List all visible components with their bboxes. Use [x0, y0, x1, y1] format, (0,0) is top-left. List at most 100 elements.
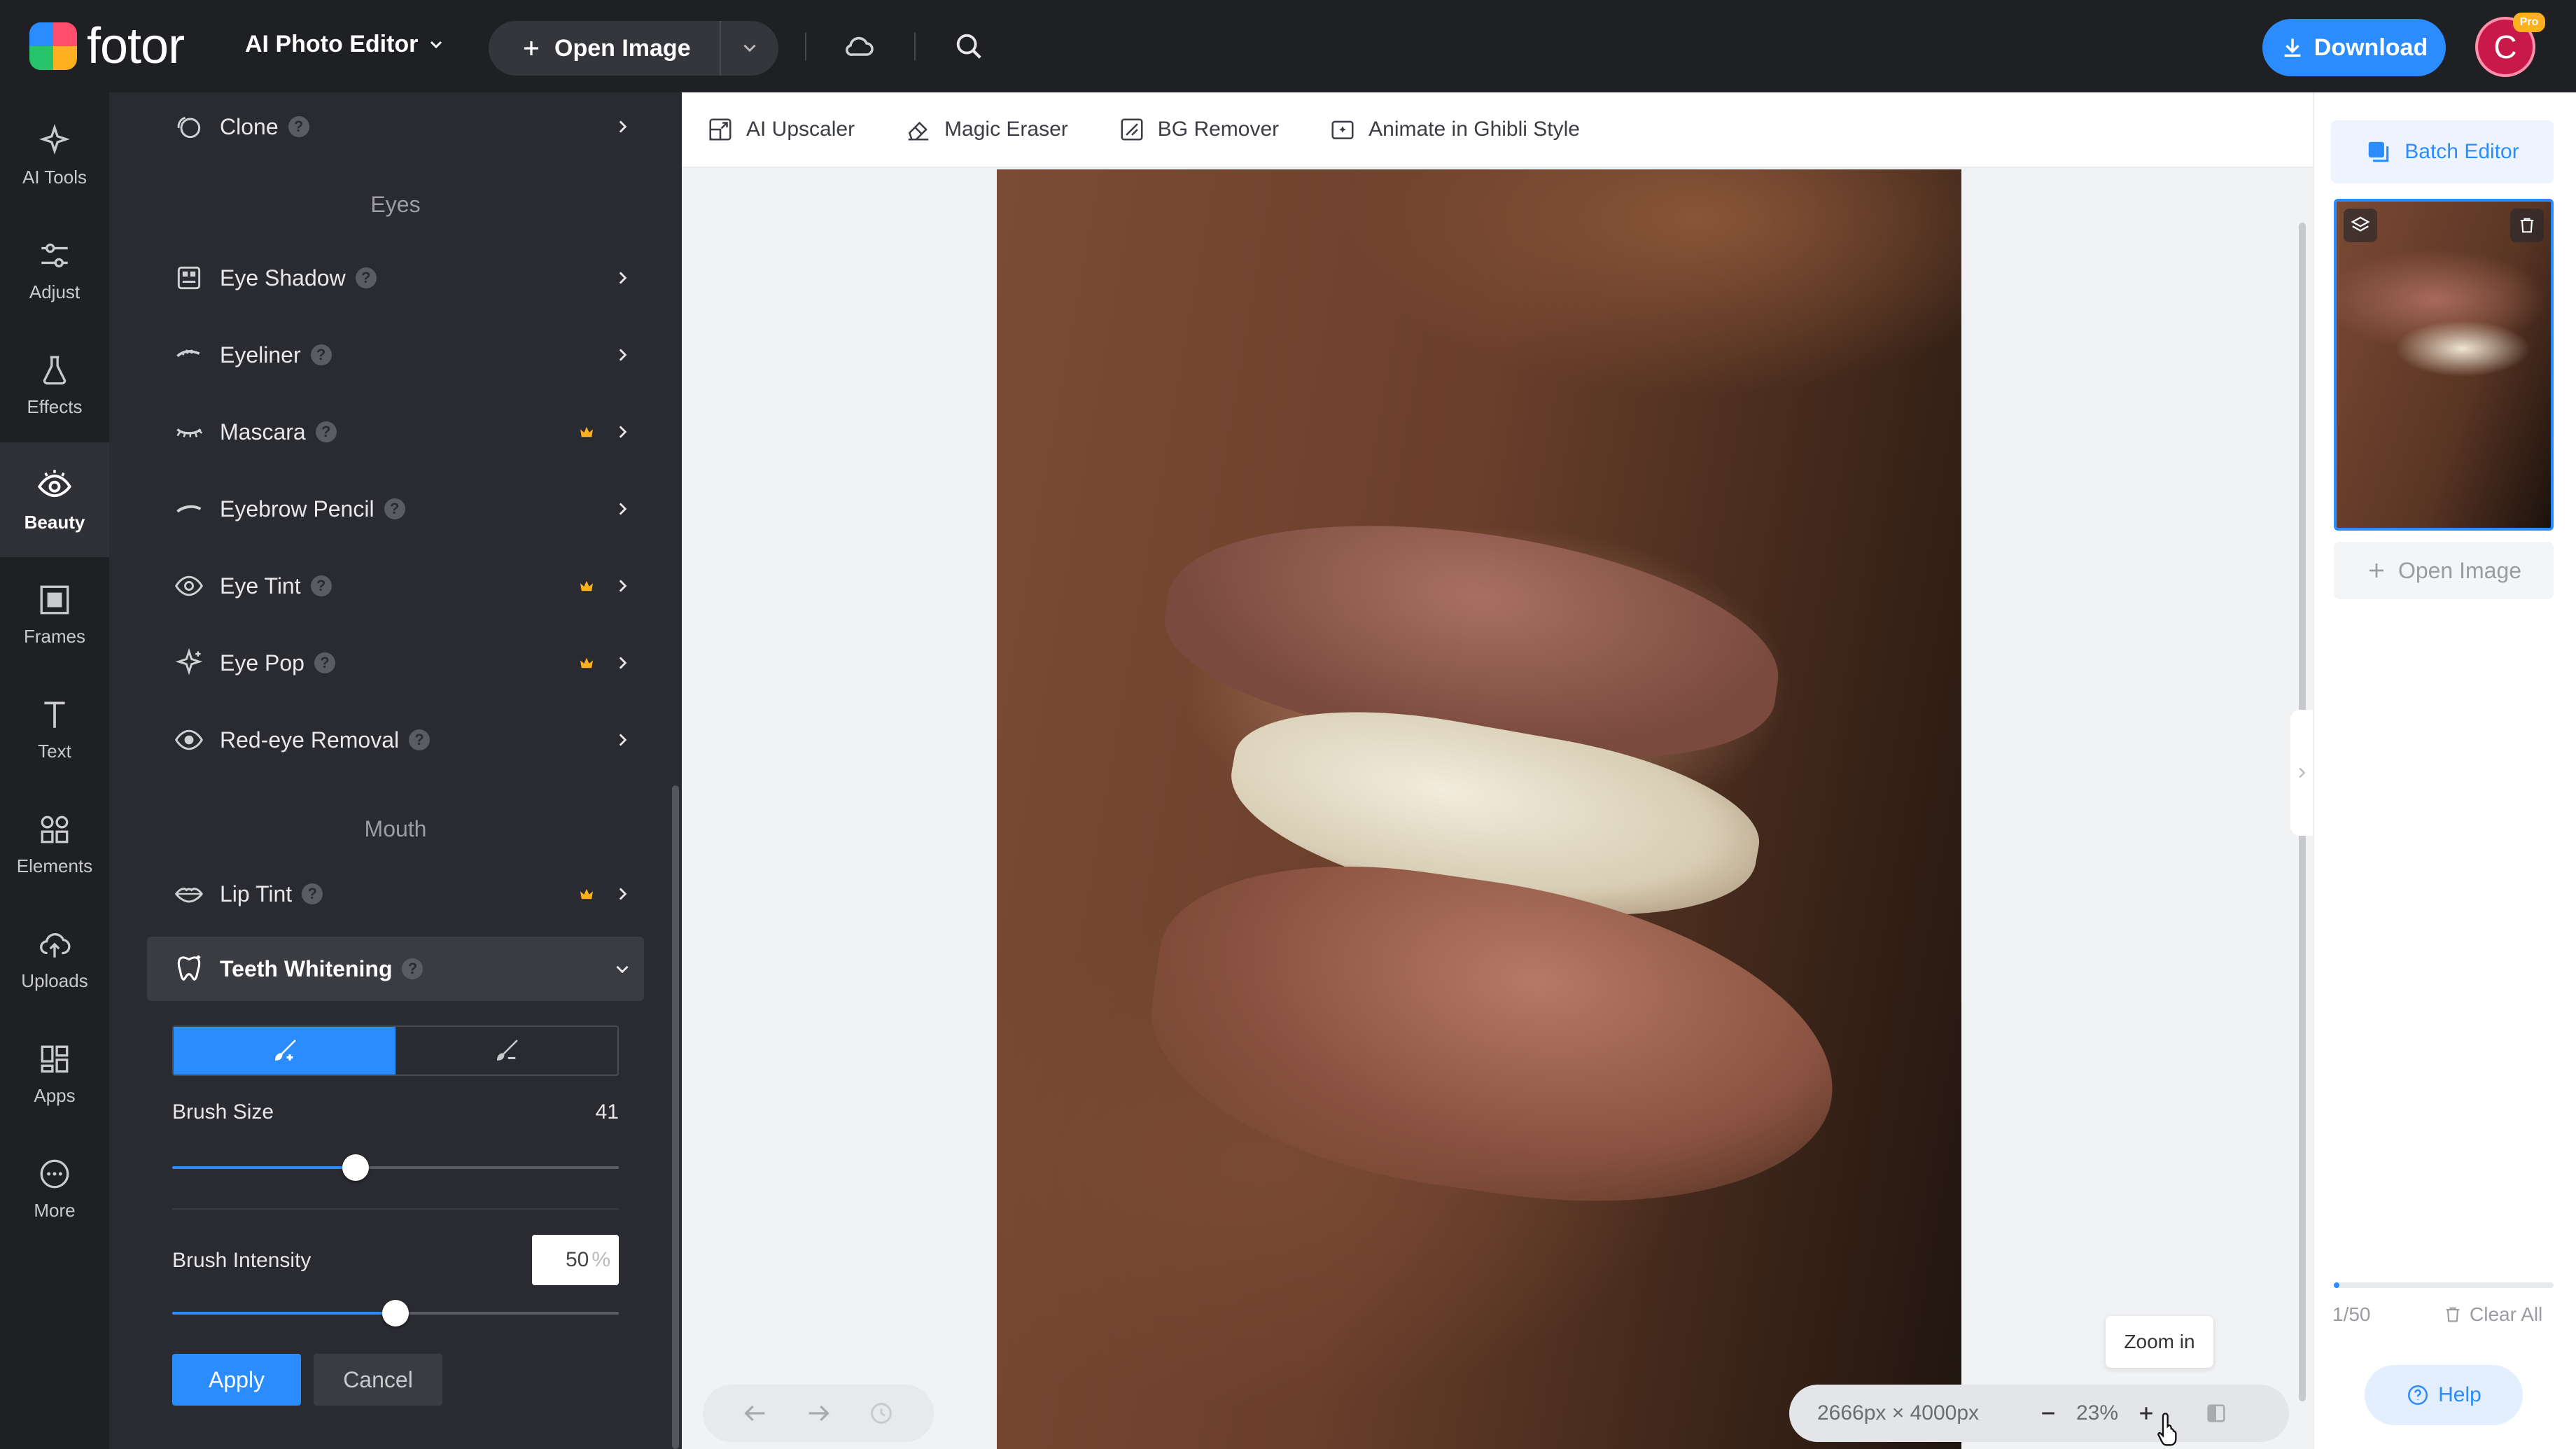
tool-row-eyebrow-pencil[interactable]: Eyebrow Pencil ?: [172, 477, 634, 540]
tool-row-clone[interactable]: Clone ?: [172, 95, 634, 158]
help-icon[interactable]: ?: [310, 344, 332, 365]
rail-item-beauty[interactable]: Beauty: [0, 442, 109, 557]
undo-icon[interactable]: [741, 1399, 769, 1427]
animate-icon: [1331, 120, 1354, 139]
open-image-main[interactable]: Open Image: [489, 35, 720, 62]
clear-all-button[interactable]: Clear All: [2443, 1303, 2542, 1326]
eraser-mode-button[interactable]: [396, 1027, 617, 1074]
tool-row-mascara[interactable]: Mascara ?: [172, 400, 634, 463]
ai-upscaler-label: AI Upscaler: [746, 118, 855, 141]
edited-photo[interactable]: [997, 169, 1961, 1449]
chevron-right-icon: [2299, 767, 2306, 778]
tooth-sparkle-icon: [172, 952, 206, 986]
tool-row-eye-pop[interactable]: Eye Pop ?: [172, 631, 634, 694]
magic-eraser-button[interactable]: Magic Eraser: [905, 116, 1068, 143]
rail-item-ai-tools[interactable]: AI Tools: [0, 98, 109, 213]
section-eyes-title: Eyes: [370, 192, 421, 217]
open-image-dropdown[interactable]: [720, 21, 778, 76]
trash-icon[interactable]: [2510, 209, 2544, 242]
brush-intensity-slider-thumb[interactable]: [382, 1300, 409, 1326]
rail-item-elements[interactable]: Elements: [0, 787, 109, 902]
rail-item-effects[interactable]: Effects: [0, 328, 109, 442]
help-icon[interactable]: ?: [315, 421, 337, 442]
bg-remover-button[interactable]: BG Remover: [1119, 116, 1279, 143]
photo-lower-lip: [1133, 836, 1855, 1238]
brush-size-slider-thumb[interactable]: [342, 1154, 369, 1181]
tool-row-teeth-whitening[interactable]: Teeth Whitening ?: [172, 937, 634, 1000]
zoom-controls: 2666px × 4000px 23%: [1789, 1385, 2289, 1442]
apply-button[interactable]: Apply: [172, 1354, 301, 1406]
help-icon[interactable]: ?: [288, 116, 309, 137]
zoom-in-tooltip: Zoom in: [2106, 1316, 2213, 1368]
rail-item-text[interactable]: Text: [0, 672, 109, 787]
plus-icon: [2140, 1407, 2152, 1420]
eye-icon: [37, 469, 72, 497]
download-button[interactable]: Download: [2262, 19, 2446, 76]
left-tool-rail: AI Tools Adjust Effects Beauty Frames Te…: [0, 92, 109, 1449]
image-thumbnail[interactable]: [2334, 199, 2554, 531]
rail-item-frames[interactable]: Frames: [0, 557, 109, 672]
tool-label: Eye Tint: [220, 573, 301, 598]
download-icon: [2284, 38, 2301, 57]
help-icon[interactable]: ?: [310, 575, 332, 596]
layers-icon[interactable]: [2344, 209, 2377, 242]
editor-mode-dropdown[interactable]: AI Photo Editor: [245, 31, 444, 58]
rail-item-more[interactable]: More: [0, 1131, 109, 1246]
help-icon[interactable]: ?: [355, 267, 377, 288]
search-icon[interactable]: [948, 25, 990, 67]
help-icon[interactable]: ?: [409, 729, 430, 750]
divider: [914, 32, 916, 60]
download-label: Download: [2314, 34, 2428, 61]
brush-mode-button[interactable]: [174, 1027, 396, 1074]
rail-label: Adjust: [29, 281, 80, 302]
clone-icon: [172, 110, 206, 144]
rail-label: Text: [38, 740, 71, 762]
panel-scrollbar[interactable]: [672, 785, 679, 1449]
open-image-button[interactable]: Open Image: [489, 21, 778, 76]
rail-item-adjust[interactable]: Adjust: [0, 213, 109, 328]
batch-icon: [2369, 141, 2389, 162]
ghibli-button[interactable]: Animate in Ghibli Style: [1329, 116, 1580, 143]
tool-row-eyeliner[interactable]: Eyeliner ?: [172, 323, 634, 386]
brush-intensity-slider[interactable]: [172, 1300, 619, 1326]
help-icon[interactable]: ?: [314, 652, 335, 673]
rail-item-apps[interactable]: Apps: [0, 1016, 109, 1131]
cloud-icon[interactable]: [839, 25, 881, 67]
brush-intensity-input[interactable]: 50 %: [532, 1235, 619, 1285]
brush-size-slider[interactable]: [172, 1154, 619, 1181]
premium-crown-icon: [578, 886, 595, 902]
pro-badge: Pro: [2513, 13, 2545, 32]
zoom-level[interactable]: 23%: [2069, 1401, 2125, 1425]
rail-item-uploads[interactable]: Uploads: [0, 902, 109, 1016]
tool-label: Eyeliner: [220, 342, 301, 368]
redo-icon[interactable]: [804, 1399, 832, 1427]
red-eye-icon: [172, 723, 206, 757]
zoom-out-button[interactable]: [2027, 1403, 2069, 1424]
brush-size-value: 41: [595, 1100, 619, 1124]
compare-button[interactable]: [2195, 1401, 2237, 1425]
open-image-label: Open Image: [554, 34, 691, 62]
chevron-right-icon: [610, 266, 634, 290]
tool-row-eye-tint[interactable]: Eye Tint ?: [172, 554, 634, 617]
batch-editor-button[interactable]: Batch Editor: [2331, 120, 2554, 183]
tool-row-eye-shadow[interactable]: Eye Shadow ?: [172, 246, 634, 309]
help-button[interactable]: Help: [2365, 1365, 2523, 1425]
fotor-logo[interactable]: fotor: [29, 18, 185, 74]
ai-upscaler-button[interactable]: AI Upscaler: [707, 116, 855, 143]
image-count-fill: [2334, 1282, 2339, 1288]
clear-all-label: Clear All: [2470, 1303, 2543, 1325]
tool-row-red-eye-removal[interactable]: Red-eye Removal ?: [172, 708, 634, 771]
tool-row-lip-tint[interactable]: Lip Tint ?: [172, 862, 634, 925]
editor-canvas[interactable]: [682, 168, 2313, 1449]
cancel-button[interactable]: Cancel: [314, 1354, 442, 1406]
rail-label: AI Tools: [22, 166, 87, 188]
expand-right-panel-button[interactable]: [2290, 710, 2313, 836]
help-icon[interactable]: ?: [302, 883, 323, 904]
brush-mode-toggle: [172, 1026, 619, 1076]
help-icon[interactable]: ?: [384, 498, 405, 519]
add-open-image-button[interactable]: Open Image: [2334, 542, 2554, 599]
rail-label: Uploads: [21, 969, 88, 991]
more-icon: [40, 1159, 69, 1188]
history-icon[interactable]: [867, 1399, 895, 1427]
help-icon[interactable]: ?: [402, 958, 424, 979]
